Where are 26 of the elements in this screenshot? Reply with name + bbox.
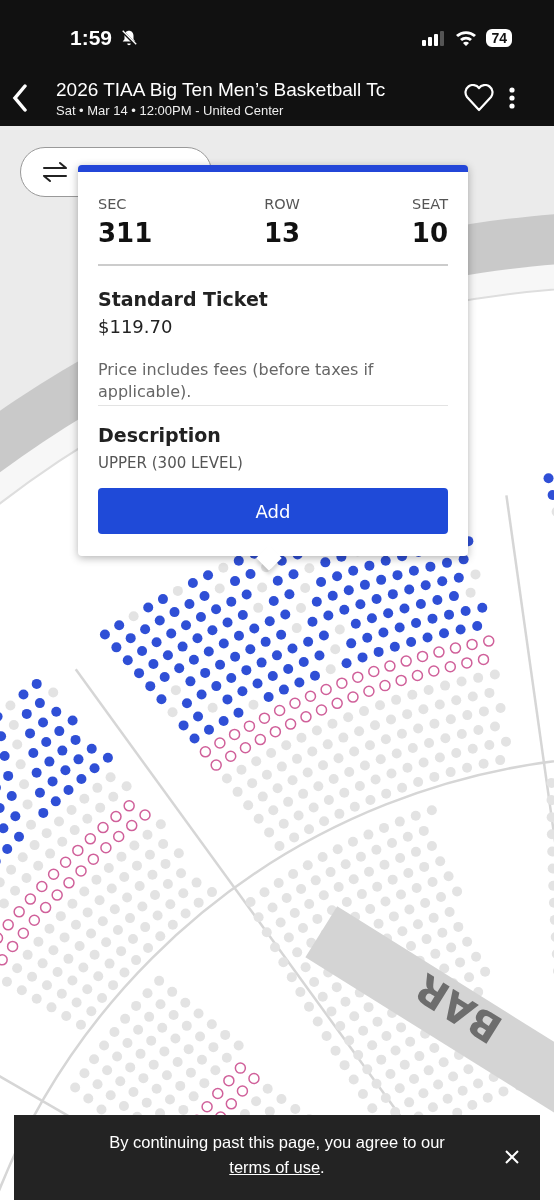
terms-link[interactable]: terms of use bbox=[229, 1157, 321, 1176]
seat-info-value: 311 bbox=[98, 218, 153, 248]
battery-icon: 74 bbox=[486, 29, 512, 47]
event-title: 2026 TIAA Big Ten Men’s Basketball Tc bbox=[56, 78, 386, 101]
ticket-price: $119.70 bbox=[98, 316, 173, 337]
signal-icon bbox=[422, 30, 447, 46]
consent-text: By continuing past this page, you agree to our terms of use. bbox=[108, 1131, 446, 1178]
status-time: 1:59 bbox=[70, 26, 113, 50]
heart-icon[interactable] bbox=[464, 84, 494, 112]
event-subtitle: Sat • Mar 14 • 12:00PM - United Center bbox=[56, 102, 284, 118]
seat-info-value: 10 bbox=[411, 218, 448, 248]
more-icon[interactable] bbox=[508, 86, 516, 110]
description-title: Description bbox=[98, 424, 221, 446]
wifi-icon bbox=[454, 29, 479, 47]
ticket-type: Standard Ticket bbox=[98, 288, 268, 310]
close-icon[interactable] bbox=[504, 1149, 520, 1165]
bell-off-icon bbox=[120, 29, 139, 47]
swap-icon bbox=[41, 160, 69, 184]
description-text: UPPER (300 LEVEL) bbox=[98, 454, 243, 472]
seat-info-label: SEAT bbox=[411, 196, 448, 212]
add-button[interactable]: Add bbox=[98, 488, 448, 534]
back-icon[interactable] bbox=[12, 84, 28, 112]
seat-info-value: 13 bbox=[263, 218, 301, 248]
price-note: Price includes fees (before taxes if applicable). bbox=[98, 359, 375, 403]
seat-info-label: ROW bbox=[264, 196, 300, 212]
seat-info-label: SEC bbox=[98, 196, 128, 212]
